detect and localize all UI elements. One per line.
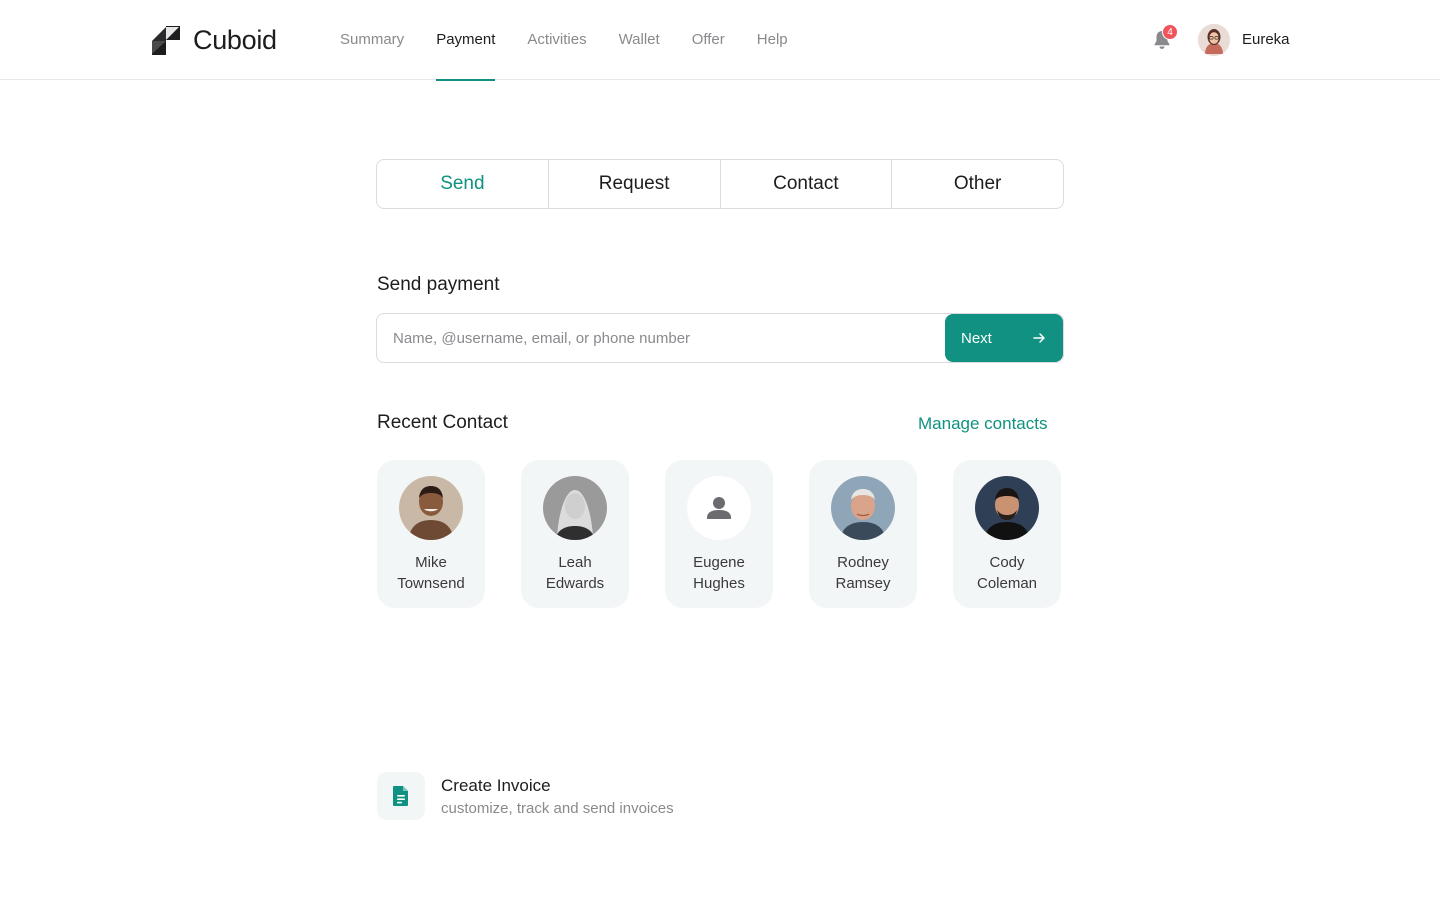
person-icon <box>707 497 731 519</box>
next-button-label: Next <box>961 329 992 347</box>
nav-item-offer[interactable]: Offer <box>692 0 725 80</box>
arrow-right-icon <box>1033 333 1045 343</box>
cuboid-logo-icon <box>152 25 180 55</box>
recent-contact-title: Recent Contact <box>377 412 508 433</box>
nav-item-activities[interactable]: Activities <box>527 0 586 80</box>
contact-card[interactable]: Cody Coleman <box>953 460 1061 608</box>
nav-item-wallet[interactable]: Wallet <box>619 0 660 80</box>
create-invoice-subtitle: customize, track and send invoices <box>441 800 674 817</box>
contact-name: Cody Coleman <box>976 554 1038 592</box>
next-button[interactable]: Next <box>945 314 1063 362</box>
user-name[interactable]: Eureka <box>1242 31 1290 48</box>
notification-badge: 4 <box>1162 24 1178 40</box>
contact-card[interactable]: Leah Edwards <box>521 460 629 608</box>
user-avatar[interactable] <box>1198 24 1230 56</box>
nav-item-payment[interactable]: Payment <box>436 0 496 81</box>
recipient-input[interactable] <box>377 314 945 362</box>
contact-avatar <box>975 476 1039 540</box>
nav-item-help[interactable]: Help <box>757 0 788 80</box>
create-invoice-button[interactable] <box>377 772 425 820</box>
create-invoice-title[interactable]: Create Invoice <box>441 776 551 796</box>
contact-name: Leah Edwards <box>545 554 605 592</box>
main-nav: Summary Payment Activities Wallet Offer … <box>340 0 820 81</box>
default-avatar <box>687 476 751 540</box>
manage-contacts-link[interactable]: Manage contacts <box>918 414 1047 434</box>
user-avatar-image <box>1198 24 1230 56</box>
contact-avatar <box>831 476 895 540</box>
top-header: Cuboid Summary Payment Activities Wallet… <box>0 0 1440 81</box>
app-name: Cuboid <box>193 25 277 55</box>
logo[interactable]: Cuboid <box>151 25 277 56</box>
payment-tabs: Send Request Contact Other <box>376 159 1064 209</box>
contact-card[interactable]: Rodney Ramsey <box>809 460 917 608</box>
contact-name: Rodney Ramsey <box>835 554 891 592</box>
contact-card[interactable]: Eugene Hughes <box>665 460 773 608</box>
nav-item-summary[interactable]: Summary <box>340 0 404 80</box>
contact-card[interactable]: Mike Townsend <box>377 460 485 608</box>
tab-request[interactable]: Request <box>547 160 720 208</box>
contact-name: Mike Townsend <box>397 554 465 592</box>
contact-avatar <box>399 476 463 540</box>
tab-other[interactable]: Other <box>891 160 1063 208</box>
send-payment-title: Send payment <box>377 274 500 295</box>
contact-avatar <box>543 476 607 540</box>
document-icon <box>393 786 408 806</box>
contact-name: Eugene Hughes <box>693 554 745 592</box>
tab-send[interactable]: Send <box>377 160 548 208</box>
tab-contact[interactable]: Contact <box>719 160 892 208</box>
